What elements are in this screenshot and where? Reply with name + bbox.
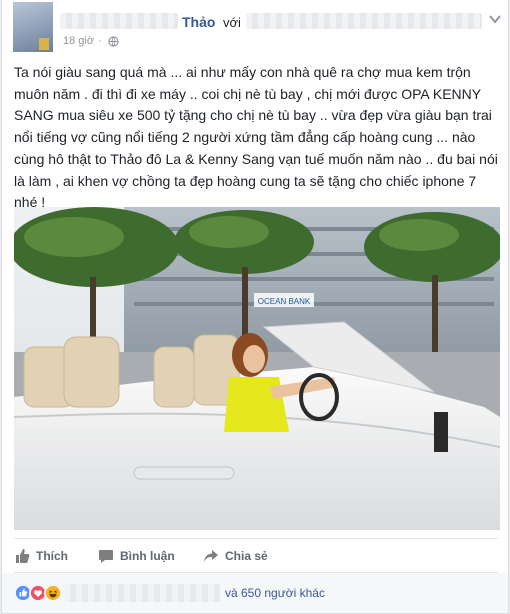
comment-button[interactable]: Bình luận bbox=[98, 540, 175, 572]
post-photo[interactable]: OCEAN BANK bbox=[14, 207, 500, 530]
post-card: Thảo với 18 giờ · Ta nói giàu sang quá m… bbox=[1, 0, 509, 614]
bank-sign: OCEAN BANK bbox=[258, 297, 311, 306]
chevron-down-icon[interactable] bbox=[489, 14, 501, 24]
redacted-tagged-names bbox=[246, 13, 482, 29]
globe-icon bbox=[108, 36, 119, 47]
share-arrow-icon bbox=[204, 550, 218, 562]
reactions-others-count[interactable]: và 650 người khác bbox=[225, 586, 325, 600]
redacted-name bbox=[60, 13, 178, 29]
separator: · bbox=[98, 35, 102, 47]
car-photo-illustration: OCEAN BANK bbox=[14, 207, 500, 530]
with-label: với bbox=[223, 15, 241, 30]
post-actions: Thích Bình luận Chia sẻ bbox=[2, 540, 508, 572]
timestamp[interactable]: 18 giờ bbox=[63, 35, 94, 47]
comment-icon bbox=[99, 550, 113, 563]
post-header: Thảo với 18 giờ · bbox=[2, 0, 508, 54]
thumbs-up-icon bbox=[16, 549, 30, 563]
comment-label: Bình luận bbox=[120, 549, 175, 563]
like-label: Thích bbox=[36, 549, 68, 563]
share-label: Chia sẻ bbox=[225, 549, 268, 563]
redacted-reactor-names bbox=[64, 584, 220, 602]
haha-icon bbox=[44, 584, 62, 602]
avatar[interactable] bbox=[13, 2, 53, 52]
post-text: Ta nói giàu sang quá mà ... ai như mấy c… bbox=[14, 64, 502, 211]
divider bbox=[14, 538, 498, 539]
like-button[interactable]: Thích bbox=[14, 540, 68, 572]
reactions-summary[interactable]: và 650 người khác bbox=[2, 573, 508, 613]
share-button[interactable]: Chia sẻ bbox=[203, 540, 268, 572]
author-name[interactable]: Thảo bbox=[182, 14, 215, 30]
